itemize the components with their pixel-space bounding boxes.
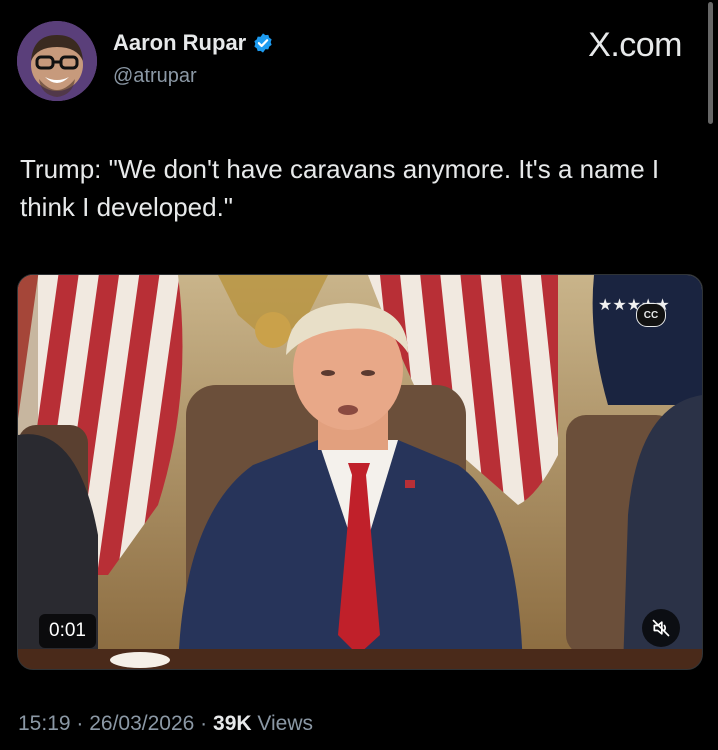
tweet-metadata: 15:19 · 26/03/2026 · 39K Views (18, 712, 313, 736)
author-display-name[interactable]: Aaron Rupar (113, 30, 246, 56)
author-name-row[interactable]: Aaron Rupar (113, 30, 274, 56)
views-count[interactable]: 39K (213, 712, 252, 735)
scrollbar-thumb[interactable] (708, 2, 713, 124)
views-label: Views (251, 712, 314, 735)
separator-dot: · (70, 712, 90, 735)
separator-dot: · (194, 712, 214, 735)
avatar-photo-icon (17, 21, 97, 101)
author-avatar[interactable] (17, 21, 97, 101)
tweet-time[interactable]: 15:19 (18, 712, 71, 735)
video-frame: ★★★★★ (18, 275, 702, 669)
tweet-date[interactable]: 26/03/2026 (89, 712, 194, 735)
verified-badge-icon (254, 33, 272, 53)
video-elapsed-time: 0:01 (39, 614, 96, 648)
video-player[interactable]: ★★★★★ CC 0:01 (17, 274, 703, 670)
brand-logo-text: X.com (588, 26, 682, 64)
tweet-text: Trump: "We don't have caravans anymore. … (20, 154, 660, 222)
author-handle[interactable]: @atrupar (113, 65, 197, 88)
captions-button[interactable]: CC (636, 303, 666, 327)
muted-speaker-icon (652, 619, 670, 637)
mute-toggle-button[interactable] (642, 609, 680, 647)
